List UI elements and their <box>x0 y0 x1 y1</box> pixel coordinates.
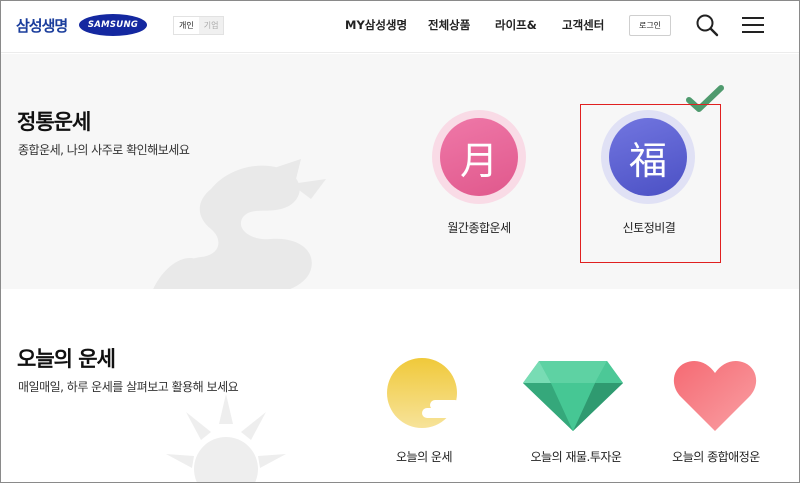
search-icon[interactable] <box>695 13 719 37</box>
heart-icon <box>673 359 757 437</box>
brand-logo[interactable]: 삼성생명 <box>16 15 68 36</box>
dragon-watermark-icon <box>151 159 341 289</box>
monthly-fortune-item[interactable]: 月 월간종합운세 <box>419 104 539 244</box>
nav-life[interactable]: 라이프& <box>495 17 537 33</box>
sun-watermark-icon <box>166 394 286 482</box>
nav-my-samsung-life[interactable]: MY삼성생명 <box>345 17 407 33</box>
section-subtitle-today: 매일매일, 하루 운세를 살펴보고 활용해 보세요 <box>18 380 239 394</box>
today-fortune-item[interactable]: 오늘의 운세 <box>369 353 479 473</box>
today-fortune-section: 오늘의 운세 매일매일, 하루 운세를 살펴보고 활용해 보세요 오늘의 운세 … <box>1 289 799 482</box>
toggle-personal[interactable]: 개인 <box>174 17 199 34</box>
love-fortune-label: 오늘의 종합애정운 <box>672 450 760 464</box>
wealth-fortune-item[interactable]: 오늘의 재물.투자운 <box>511 353 641 473</box>
nav-customer-center[interactable]: 고객센터 <box>562 17 604 33</box>
customer-type-toggle: 개인 기업 <box>173 16 225 35</box>
selection-highlight-box <box>580 104 721 263</box>
moon-character-icon: 月 <box>440 118 518 196</box>
page-frame: 삼성생명 SAMSUNG 개인 기업 MY삼성생명 전체상품 라이프& 고객센터… <box>0 0 800 483</box>
section-title-today: 오늘의 운세 <box>17 347 116 371</box>
login-button[interactable]: 로그인 <box>629 15 671 36</box>
today-fortune-label: 오늘의 운세 <box>395 450 453 464</box>
section-subtitle-traditional: 종합운세, 나의 사주로 확인해보세요 <box>18 143 190 157</box>
site-header: 삼성생명 SAMSUNG 개인 기업 MY삼성생명 전체상품 라이프& 고객센터… <box>1 1 799 53</box>
menu-icon[interactable] <box>742 14 764 36</box>
wealth-fortune-label: 오늘의 재물.투자운 <box>530 450 622 464</box>
gem-icon <box>521 359 625 437</box>
monthly-fortune-label: 월간종합운세 <box>447 221 511 235</box>
samsung-logo: SAMSUNG <box>79 14 147 36</box>
nav-all-products[interactable]: 전체상품 <box>428 17 470 33</box>
toggle-corporate[interactable]: 기업 <box>198 17 224 34</box>
sun-cloud-icon <box>386 357 466 433</box>
section-title-traditional: 정통운세 <box>17 110 91 134</box>
love-fortune-item[interactable]: 오늘의 종합애정운 <box>661 353 771 473</box>
